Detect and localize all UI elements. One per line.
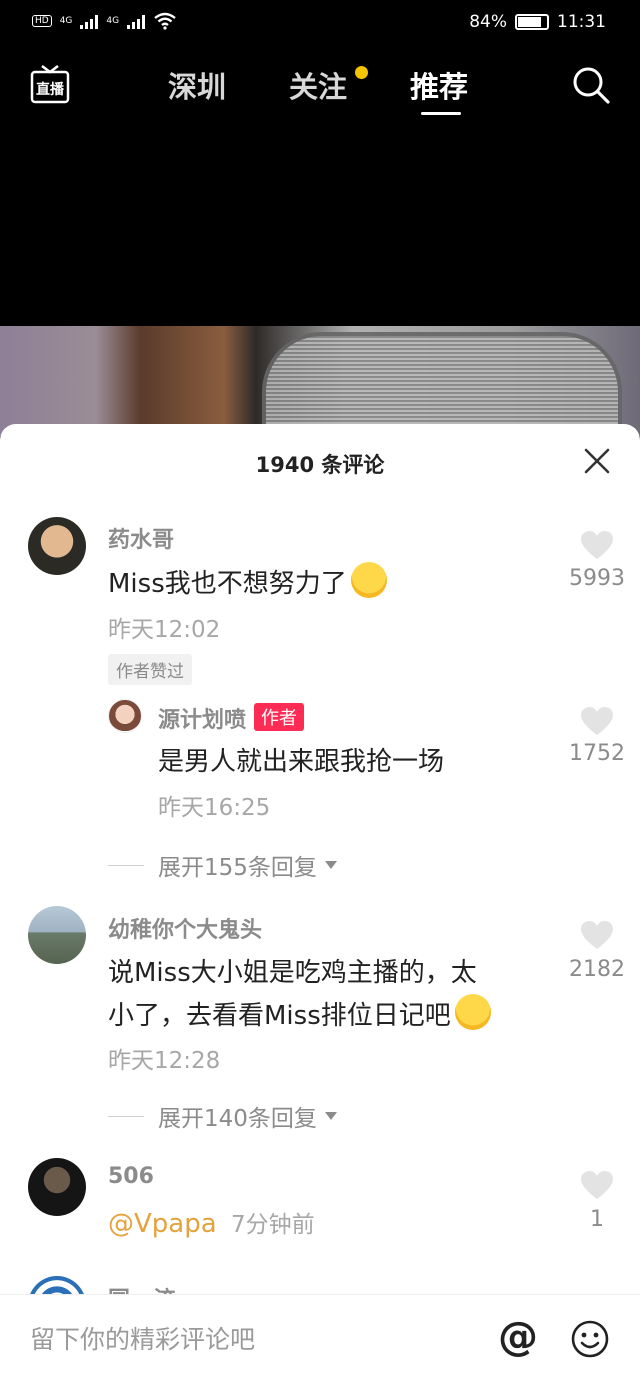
live-label: 直播	[36, 81, 65, 98]
status-right: 84% 11:31	[469, 12, 606, 32]
sim1-label: 4G	[59, 16, 73, 26]
avatar[interactable]	[28, 906, 86, 964]
comments-count-title: 1940 条评论	[255, 453, 385, 477]
reply-avatar[interactable]	[108, 699, 142, 733]
active-tab-indicator	[421, 112, 461, 115]
comment-text: Miss我也不想努力了	[108, 562, 387, 605]
comments-sheet: 1940 条评论 药水哥 Miss我也不想努力了 昨天12:02 作者赞过 59…	[0, 424, 640, 1387]
expand-replies-button[interactable]: 展开155条回复	[108, 848, 337, 882]
comment-input[interactable]	[30, 1321, 470, 1357]
shy-face-emoji-icon	[350, 562, 387, 598]
reply-text: 是男人就出来跟我抢一场	[158, 747, 445, 777]
comment-text-line2: 小了，去看看Miss排位日记吧	[108, 994, 491, 1037]
reply-username[interactable]: 源计划喷 作者	[158, 702, 305, 734]
live-tv-icon[interactable]: 直播	[30, 64, 70, 104]
comment-time: 7分钟前	[230, 1212, 315, 1238]
reply-username-text: 源计划喷	[158, 708, 247, 733]
following-notification-dot	[355, 66, 368, 79]
reply-like-count: 1752	[569, 741, 625, 766]
author-liked-badge: 作者赞过	[108, 654, 192, 685]
like-count: 5993	[569, 566, 625, 591]
battery-fill	[518, 17, 542, 27]
avatar[interactable]	[28, 517, 86, 575]
comment-username[interactable]: 506	[108, 1164, 154, 1189]
avatar[interactable]	[28, 1158, 86, 1216]
heart-icon[interactable]	[580, 706, 614, 736]
mention-at-button[interactable]: @	[498, 1317, 538, 1357]
like-count: 2182	[569, 957, 625, 982]
comment-username[interactable]: 药水哥	[108, 522, 174, 554]
heart-icon[interactable]	[580, 920, 614, 950]
flushed-face-emoji-icon	[454, 994, 491, 1030]
status-left: HD 4G 4G	[32, 12, 177, 30]
comment-text-line1: 说Miss大小姐是吃鸡主播的，太	[108, 958, 477, 988]
tab-shenzhen[interactable]: 深圳	[168, 64, 226, 106]
chevron-down-icon	[324, 861, 337, 869]
comment-time: 昨天12:02	[108, 617, 221, 643]
divider-line	[108, 1115, 144, 1117]
video-preview[interactable]	[0, 326, 640, 436]
expand-replies-button[interactable]: 展开140条回复	[108, 1099, 337, 1133]
comment-body: Miss我也不想努力了	[108, 569, 347, 599]
comment-input-bar: @	[0, 1294, 640, 1387]
hd-indicator: HD	[32, 15, 52, 27]
heart-icon[interactable]	[580, 1170, 614, 1200]
expand-replies-label: 展开155条回复	[158, 855, 317, 881]
comment-text-line2-body: 小了，去看看Miss排位日记吧	[108, 1001, 451, 1031]
emoji-icon[interactable]	[570, 1319, 610, 1359]
signal-icon-2	[127, 13, 146, 29]
comment-text: @Vpapa 7分钟前	[108, 1204, 315, 1246]
mention-link[interactable]: @Vpapa	[108, 1209, 217, 1239]
battery-icon	[515, 14, 549, 30]
clock: 11:31	[557, 12, 606, 32]
chevron-down-icon	[324, 1112, 337, 1120]
tab-following[interactable]: 关注	[289, 64, 347, 106]
battery-percent: 84%	[469, 12, 507, 32]
heart-icon[interactable]	[580, 530, 614, 560]
divider-line	[108, 864, 144, 866]
close-icon[interactable]	[582, 446, 612, 476]
signal-icon	[80, 13, 99, 29]
sim2-label: 4G	[106, 16, 120, 26]
author-tag: 作者	[254, 703, 305, 731]
search-icon[interactable]	[570, 64, 612, 106]
comment-time: 昨天12:28	[108, 1048, 221, 1074]
wifi-icon	[154, 12, 176, 30]
chair-image	[262, 332, 622, 436]
top-nav: 直播 深圳 关注 推荐	[0, 44, 640, 124]
reply-time: 昨天16:25	[158, 795, 271, 821]
expand-replies-label: 展开140条回复	[158, 1106, 317, 1132]
status-bar: HD 4G 4G 84% 11:31	[0, 0, 640, 44]
like-count: 1	[590, 1207, 604, 1232]
comment-username[interactable]: 幼稚你个大鬼头	[108, 912, 262, 944]
tab-recommend[interactable]: 推荐	[410, 64, 468, 106]
